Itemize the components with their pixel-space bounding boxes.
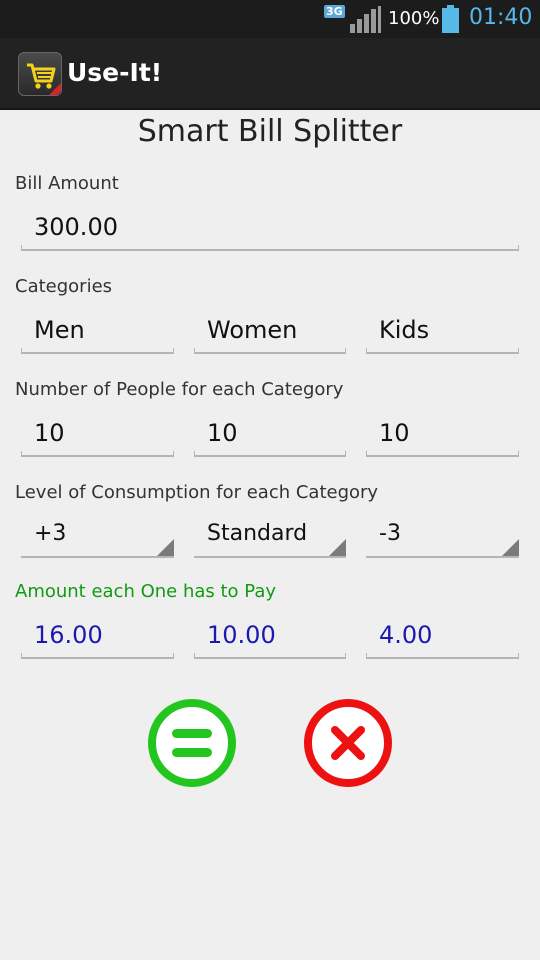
people-count-input-men[interactable]: 10 (21, 411, 174, 457)
dropdown-arrow-icon (329, 539, 346, 556)
category-value: Men (34, 316, 85, 344)
calculate-button[interactable] (148, 699, 236, 787)
dropdown-arrow-icon (157, 539, 174, 556)
status-bar: 3G 100% 01:40 (0, 0, 540, 38)
battery-percent: 100% (388, 8, 440, 29)
clock: 01:40 (469, 5, 533, 30)
bill-amount-label: Bill Amount (15, 173, 119, 194)
amount-output-kids: 4.00 (366, 613, 519, 659)
bill-amount-value: 300.00 (34, 213, 118, 241)
people-count-input-women[interactable]: 10 (194, 411, 346, 457)
people-count-value: 10 (379, 419, 410, 447)
people-count-value: 10 (34, 419, 65, 447)
page-title: Smart Bill Splitter (137, 114, 403, 149)
network-type: 3G (324, 5, 345, 18)
categories-label: Categories (15, 276, 113, 297)
equals-icon (172, 729, 212, 757)
amount-value: 16.00 (34, 621, 103, 649)
amount-output-men: 16.00 (21, 613, 174, 659)
amount-value: 4.00 (379, 621, 433, 649)
x-icon (331, 726, 365, 760)
category-value: Women (207, 316, 298, 344)
bill-amount-input[interactable]: 300.00 (21, 205, 519, 251)
category-input-men[interactable]: Men (21, 308, 174, 354)
category-input-kids[interactable]: Kids (366, 308, 519, 354)
amount-output-women: 10.00 (194, 613, 346, 659)
people-count-value: 10 (207, 419, 238, 447)
consumption-value: -3 (379, 521, 401, 546)
people-count-label: Number of People for each Category (15, 379, 344, 400)
amount-value: 10.00 (207, 621, 276, 649)
category-input-women[interactable]: Women (194, 308, 346, 354)
clear-button[interactable] (304, 699, 392, 787)
battery-icon (442, 5, 459, 33)
app-title: Use-It! (67, 58, 163, 87)
category-value: Kids (379, 316, 430, 344)
dropdown-arrow-icon (502, 539, 519, 556)
people-count-input-kids[interactable]: 10 (366, 411, 519, 457)
consumption-value: +3 (34, 521, 67, 546)
signal-icon (350, 6, 382, 33)
consumption-spinner-kids[interactable]: -3 (366, 512, 519, 558)
consumption-spinner-men[interactable]: +3 (21, 512, 174, 558)
consumption-spinner-women[interactable]: Standard (194, 512, 346, 558)
action-bar: Use-It! (0, 38, 540, 110)
consumption-value: Standard (207, 521, 308, 546)
amount-per-person-label: Amount each One has to Pay (15, 581, 277, 602)
shopping-cart-icon[interactable] (18, 52, 62, 96)
consumption-label: Level of Consumption for each Category (15, 482, 379, 503)
